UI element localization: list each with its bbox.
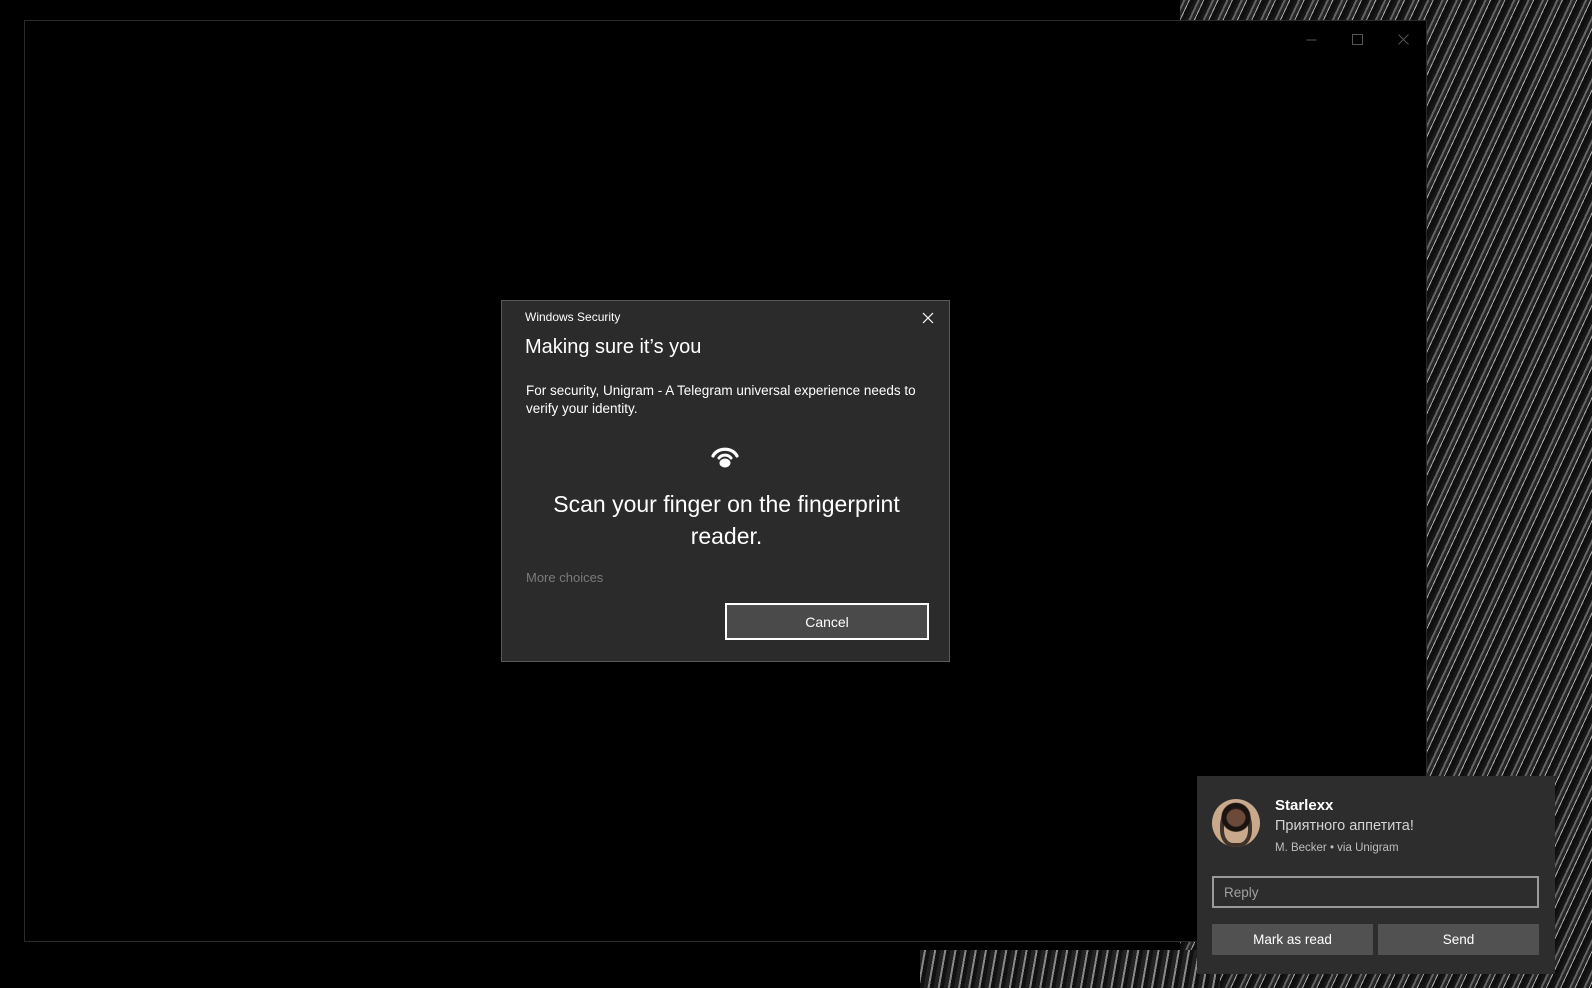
toast-attribution: M. Becker • via Unigram (1275, 842, 1399, 854)
send-button[interactable]: Send (1378, 924, 1539, 955)
close-icon (1397, 33, 1409, 45)
close-window-button[interactable] (1380, 21, 1426, 57)
scan-instruction: Scan your finger on the fingerprint read… (553, 491, 900, 549)
more-choices-link[interactable]: More choices (526, 570, 603, 585)
minimize-button[interactable] (1288, 21, 1334, 57)
window-controls (1288, 21, 1426, 57)
reply-input[interactable] (1212, 876, 1539, 908)
fingerprint-icon (711, 447, 739, 468)
mark-as-read-button[interactable]: Mark as read (1212, 924, 1373, 955)
toast-message: Приятного аппетита! (1275, 818, 1414, 834)
maximize-icon (1351, 33, 1363, 45)
windows-security-dialog: Windows Security Making sure it’s you Fo… (501, 300, 950, 662)
desktop-wallpaper-strip (920, 950, 1220, 988)
dialog-body-text: For security, Unigram - A Telegram unive… (526, 383, 916, 416)
notification-toast[interactable]: Starlexx Приятного аппетита! M. Becker •… (1197, 776, 1555, 974)
dialog-close-button[interactable] (917, 307, 939, 329)
avatar (1212, 799, 1260, 847)
close-icon (922, 312, 934, 324)
maximize-button[interactable] (1334, 21, 1380, 57)
dialog-app-title: Windows Security (525, 310, 621, 324)
dialog-heading: Making sure it’s you (525, 336, 702, 358)
minimize-icon (1306, 39, 1316, 40)
cancel-button[interactable]: Cancel (725, 603, 929, 640)
toast-sender: Starlexx (1275, 797, 1334, 814)
